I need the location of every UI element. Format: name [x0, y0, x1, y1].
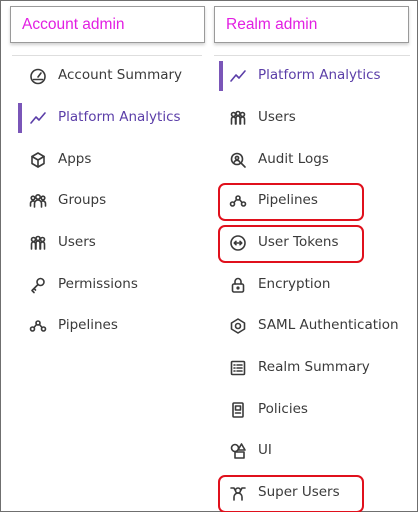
pipelines-icon	[229, 192, 247, 210]
active-indicator	[18, 103, 22, 133]
sidebar-item-label: Users	[258, 109, 296, 125]
account-admin-header: Account admin	[10, 6, 205, 43]
policy-icon	[229, 401, 247, 419]
sidebar-item-label: Platform Analytics	[58, 109, 181, 125]
sidebar-item-label: Account Summary	[58, 67, 183, 83]
account-admin-column: Account admin Account Summary Platform A…	[4, 0, 205, 512]
realm-item-policies[interactable]: Policies	[210, 393, 415, 427]
realm-item-saml-authentication[interactable]: SAML Authentication	[210, 309, 415, 343]
sidebar-item-label: Encryption	[258, 276, 331, 292]
sidebar-item-label: Audit Logs	[258, 151, 329, 167]
account-item-platform-analytics[interactable]: Platform Analytics	[4, 101, 204, 135]
realm-item-ui[interactable]: UI	[210, 434, 415, 468]
account-item-permissions[interactable]: Permissions	[4, 268, 204, 302]
cube-icon	[29, 151, 47, 169]
sidebar-item-label: Pipelines	[58, 317, 118, 333]
account-item-account-summary[interactable]: Account Summary	[4, 59, 204, 93]
account-item-users[interactable]: Users	[4, 226, 204, 260]
active-indicator	[219, 61, 223, 91]
key-icon	[29, 276, 47, 294]
realm-item-super-users[interactable]: Super Users	[210, 475, 415, 512]
sidebar-item-label: Users	[58, 234, 96, 250]
account-item-pipelines[interactable]: Pipelines	[4, 309, 204, 343]
list-icon	[229, 359, 247, 377]
groups-icon	[29, 192, 47, 210]
realm-item-realm-summary[interactable]: Realm Summary	[210, 351, 415, 385]
realm-admin-header: Realm admin	[214, 6, 409, 43]
realm-item-audit-logs[interactable]: Audit Logs	[210, 143, 415, 177]
realm-item-encryption[interactable]: Encryption	[210, 268, 415, 302]
realm-divider	[214, 55, 410, 56]
sidebar-item-label: Apps	[58, 151, 92, 167]
sidebar-item-label: User Tokens	[258, 234, 339, 250]
realm-admin-column: Realm admin Platform Analytics Users Aud…	[210, 0, 415, 512]
sidebar-item-label: Permissions	[58, 276, 138, 292]
sidebar-item-label: SAML Authentication	[258, 317, 399, 333]
trend-line-icon	[229, 67, 247, 85]
realm-item-users[interactable]: Users	[210, 101, 415, 135]
account-item-groups[interactable]: Groups	[4, 184, 204, 218]
sidebar-item-label: UI	[258, 442, 272, 458]
audit-search-icon	[229, 151, 247, 169]
lock-icon	[229, 276, 247, 294]
realm-item-user-tokens[interactable]: User Tokens	[210, 225, 415, 263]
ui-shapes-icon	[229, 442, 247, 460]
token-icon	[229, 234, 247, 252]
sidebar-item-label: Realm Summary	[258, 359, 370, 375]
sidebar-item-label: Groups	[58, 192, 107, 208]
trend-line-icon	[29, 109, 47, 127]
users-icon	[229, 109, 247, 127]
sidebar-item-label: Platform Analytics	[258, 67, 381, 83]
sidebar-item-label: Policies	[258, 401, 308, 417]
realm-item-platform-analytics[interactable]: Platform Analytics	[210, 59, 415, 93]
sidebar-item-label: Pipelines	[258, 192, 318, 208]
sidebar-item-label: Super Users	[258, 484, 340, 500]
realm-item-pipelines[interactable]: Pipelines	[210, 183, 415, 221]
super-user-icon	[229, 484, 247, 502]
users-icon	[29, 234, 47, 252]
account-item-apps[interactable]: Apps	[4, 143, 204, 177]
saml-icon	[229, 317, 247, 335]
gauge-icon	[29, 67, 47, 85]
account-divider	[12, 55, 202, 56]
pipelines-icon	[29, 317, 47, 335]
